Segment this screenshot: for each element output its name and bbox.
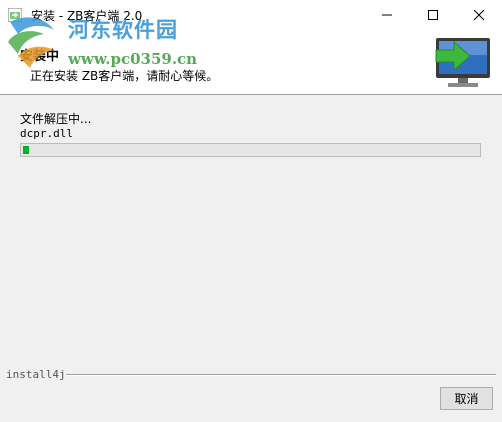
cancel-button[interactable]: 取消 xyxy=(440,387,493,410)
maximize-icon xyxy=(428,10,438,20)
close-button[interactable] xyxy=(456,0,502,30)
minimize-icon xyxy=(382,14,392,16)
monitor-arrow-icon xyxy=(435,38,490,87)
current-file-label: dcpr.dll xyxy=(20,127,73,140)
minimize-button[interactable] xyxy=(364,0,410,30)
progress-fill xyxy=(23,146,29,154)
title-bar: 安装 - ZB客户端 2.0 xyxy=(0,0,502,30)
window-title: 安装 - ZB客户端 2.0 xyxy=(31,9,143,23)
installer-app-icon xyxy=(8,8,22,22)
footer-brand: install4j xyxy=(6,368,66,381)
maximize-button[interactable] xyxy=(410,0,456,30)
footer-divider xyxy=(66,374,496,376)
page-title: 安装中 xyxy=(20,49,60,64)
header-panel: 安装中 正在安装 ZB客户端，请耐心等候。 xyxy=(0,30,502,95)
page-subtitle: 正在安装 ZB客户端，请耐心等候。 xyxy=(30,69,219,83)
progress-bar xyxy=(20,143,481,157)
close-icon xyxy=(474,10,484,20)
status-label: 文件解压中... xyxy=(20,112,92,126)
